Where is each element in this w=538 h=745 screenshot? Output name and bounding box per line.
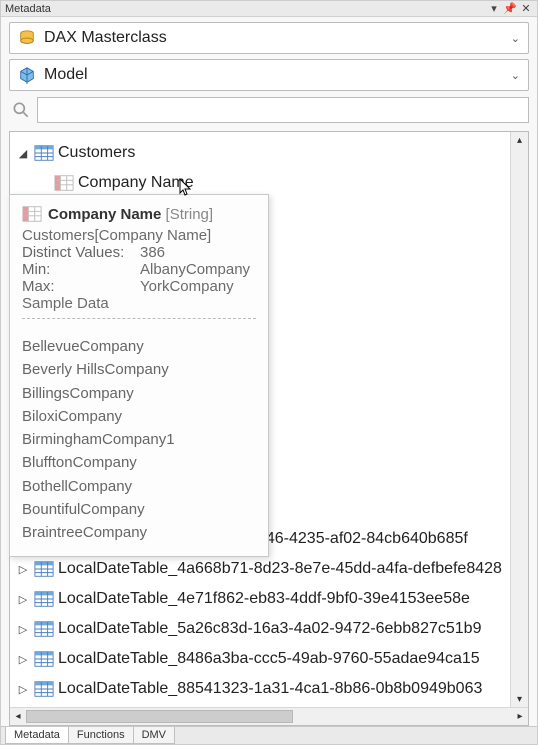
- tree-label: LocalDateTable_4a668b71-8d23-8e7e-45dd-a…: [58, 560, 502, 578]
- sample-list: BellevueCompanyBeverly HillsCompanyBilli…: [22, 335, 256, 544]
- column-icon: [22, 205, 42, 223]
- expand-icon[interactable]: ▷: [16, 623, 30, 636]
- sample-value: BillingsCompany: [22, 382, 256, 405]
- tree-label: Customers: [58, 144, 135, 162]
- expand-icon[interactable]: ▷: [16, 653, 30, 666]
- sample-value: Beverly HillsCompany: [22, 358, 256, 381]
- column-tooltip: Company Name [String] Customers[Company …: [9, 194, 269, 557]
- min-value: AlbanyCompany: [140, 261, 250, 278]
- panel-title-bar: Metadata ▾ 📌 ✕: [1, 1, 537, 17]
- search-input[interactable]: [37, 97, 529, 123]
- tree-table-customers[interactable]: ◢ Customers: [16, 138, 528, 168]
- table-icon: [34, 620, 54, 638]
- tree-label: LocalDateTable_4e71f862-eb83-4ddf-9bf0-3…: [58, 590, 470, 608]
- scroll-track[interactable]: [511, 148, 528, 691]
- tab-metadata[interactable]: Metadata: [5, 727, 69, 744]
- column-icon: [54, 174, 74, 192]
- sample-value: BountifulCompany: [22, 498, 256, 521]
- tree-table-row[interactable]: ▷ LocalDateTable_8486a3ba-ccc5-49ab-9760-…: [16, 644, 528, 674]
- sample-label: Sample Data: [22, 295, 256, 312]
- distinct-value: 386: [140, 244, 165, 261]
- tree-table-row[interactable]: ▷ LocalDateTable_4e71f862-eb83-4ddf-9bf0-…: [16, 584, 528, 614]
- panel-window-controls: ▾ 📌 ✕: [487, 2, 533, 15]
- horizontal-scrollbar[interactable]: ◂ ▸: [10, 707, 528, 725]
- tree-label: Company Name: [78, 174, 194, 192]
- chevron-down-icon: ⌄: [511, 32, 520, 45]
- search-row: [9, 97, 529, 123]
- tooltip-type: [String]: [166, 206, 214, 223]
- tree-label: LocalDateTable_5a26c83d-16a3-4a02-9472-6…: [58, 620, 481, 638]
- tree-table-row[interactable]: ▷ LocalDateTable_88541323-1a31-4ca1-8b86-…: [16, 674, 528, 704]
- model-selector[interactable]: Model ⌄: [9, 59, 529, 91]
- scroll-left-button[interactable]: ◂: [10, 709, 26, 725]
- close-icon[interactable]: ✕: [519, 2, 533, 15]
- cube-icon: [18, 66, 36, 84]
- table-icon: [34, 560, 54, 578]
- panel-title: Metadata: [5, 3, 51, 15]
- expand-icon[interactable]: ▷: [16, 563, 30, 576]
- collapse-icon[interactable]: ◢: [16, 147, 30, 160]
- max-value: YorkCompany: [140, 278, 234, 295]
- expand-icon[interactable]: ▷: [16, 593, 30, 606]
- sample-value: BraintreeCompany: [22, 521, 256, 544]
- dropdown-arrow-icon[interactable]: ▾: [487, 2, 501, 15]
- vertical-scrollbar[interactable]: ▴ ▾: [510, 132, 528, 707]
- scroll-down-button[interactable]: ▾: [512, 691, 528, 707]
- tab-functions[interactable]: Functions: [68, 727, 134, 744]
- table-icon: [34, 590, 54, 608]
- tree-label: LocalDateTable_8486a3ba-ccc5-49ab-9760-5…: [58, 650, 480, 668]
- sample-value: BellevueCompany: [22, 335, 256, 358]
- scroll-up-button[interactable]: ▴: [512, 132, 528, 148]
- tooltip-path: Customers[Company Name]: [22, 227, 256, 244]
- pin-icon[interactable]: 📌: [503, 2, 517, 15]
- model-label: Model: [44, 66, 88, 84]
- table-icon: [34, 144, 54, 162]
- tab-dmv[interactable]: DMV: [133, 727, 175, 744]
- database-selector[interactable]: DAX Masterclass ⌄: [9, 22, 529, 54]
- table-icon: [34, 650, 54, 668]
- search-icon[interactable]: [9, 98, 33, 122]
- max-label: Max:: [22, 278, 132, 295]
- sample-value: BothellCompany: [22, 475, 256, 498]
- database-icon: [18, 29, 36, 47]
- sample-value: BirminghamCompany1: [22, 428, 256, 451]
- scroll-track[interactable]: [26, 708, 512, 725]
- scroll-thumb[interactable]: [26, 710, 293, 723]
- tree-label: LocalDateTable_88541323-1a31-4ca1-8b86-0…: [58, 680, 482, 698]
- scroll-right-button[interactable]: ▸: [512, 709, 528, 725]
- chevron-down-icon: ⌄: [511, 69, 520, 82]
- expand-icon[interactable]: ▷: [16, 683, 30, 696]
- tree-table-row[interactable]: ▷ LocalDateTable_4a668b71-8d23-8e7e-45dd-…: [16, 554, 528, 584]
- sample-value: BiloxiCompany: [22, 405, 256, 428]
- table-icon: [34, 680, 54, 698]
- tooltip-column-name: Company Name: [48, 206, 161, 223]
- min-label: Min:: [22, 261, 132, 278]
- sample-value: BlufftonCompany: [22, 451, 256, 474]
- tree-table-row[interactable]: ▷ LocalDateTable_5a26c83d-16a3-4a02-9472-…: [16, 614, 528, 644]
- distinct-label: Distinct Values:: [22, 244, 132, 261]
- database-label: DAX Masterclass: [44, 29, 167, 47]
- bottom-tabs: Metadata Functions DMV: [1, 726, 537, 744]
